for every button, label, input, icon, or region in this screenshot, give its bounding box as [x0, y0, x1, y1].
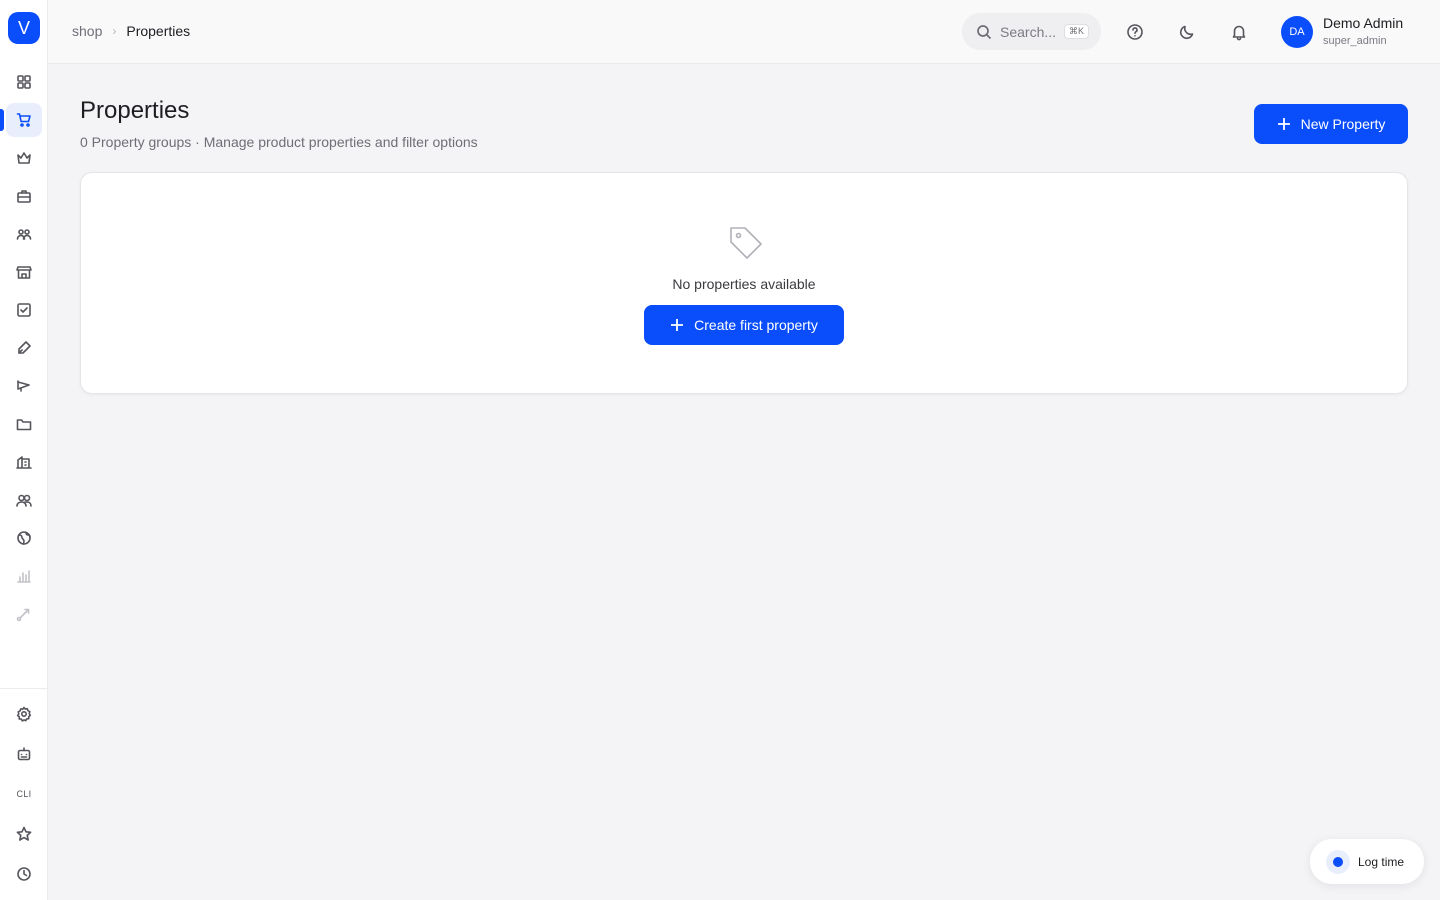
bar-chart-icon[interactable] — [6, 559, 42, 593]
page-subtitle: 0 Property groups · Manage product prope… — [80, 134, 478, 150]
route-icon[interactable] — [6, 597, 42, 631]
properties-card: No properties available Create first pro… — [80, 172, 1408, 394]
search-icon — [977, 24, 992, 39]
plus-icon — [671, 319, 684, 331]
user-name[interactable]: Demo Admin — [1323, 15, 1403, 31]
plus-icon — [1277, 118, 1290, 130]
new-property-button[interactable]: New Property — [1254, 104, 1408, 144]
briefcase-icon[interactable] — [6, 179, 42, 213]
log-time-label: Log time — [1358, 854, 1405, 869]
team-icon[interactable] — [6, 483, 42, 517]
new-property-label: New Property — [1300, 116, 1386, 132]
building-icon[interactable] — [6, 445, 42, 479]
timer-icon — [1326, 849, 1350, 874]
pen-icon[interactable] — [6, 331, 42, 365]
search-placeholder: Search... — [1000, 23, 1057, 40]
help-icon[interactable] — [1123, 20, 1147, 44]
page-title: Properties — [80, 97, 190, 124]
globe-icon[interactable] — [6, 521, 42, 555]
breadcrumb-shop[interactable]: shop — [72, 23, 102, 39]
breadcrumb-current: Properties — [126, 23, 191, 39]
user-role: super_admin — [1323, 35, 1387, 47]
megaphone-icon[interactable] — [6, 369, 42, 403]
avatar[interactable]: DA — [1281, 16, 1313, 48]
breadcrumb: shop › Properties — [72, 23, 190, 39]
tag-icon — [727, 224, 765, 262]
search-input[interactable]: Search... ⌘K — [962, 13, 1101, 50]
moon-icon[interactable] — [1175, 20, 1199, 44]
chevron-right-icon: › — [112, 24, 117, 38]
users-icon[interactable] — [6, 217, 42, 251]
gear-icon[interactable] — [6, 697, 42, 731]
cart-icon[interactable] — [6, 103, 42, 137]
sidebar-divider — [0, 688, 48, 689]
clock-icon[interactable] — [6, 857, 42, 891]
cli-label: CLI — [16, 789, 32, 799]
app-logo[interactable]: V — [8, 12, 40, 44]
bell-icon[interactable] — [1227, 20, 1251, 44]
cli-icon[interactable]: CLI — [6, 777, 42, 811]
dashboard-icon[interactable] — [6, 65, 42, 99]
crown-icon[interactable] — [6, 141, 42, 175]
empty-state-message: No properties available — [672, 276, 816, 292]
create-first-property-label: Create first property — [694, 317, 818, 333]
log-time-button[interactable]: Log time — [1310, 839, 1424, 884]
robot-icon[interactable] — [6, 737, 42, 771]
search-shortcut: ⌘K — [1064, 24, 1090, 39]
sidebar: V CLI — [0, 0, 48, 900]
star-icon[interactable] — [6, 817, 42, 851]
create-first-property-button[interactable]: Create first property — [644, 305, 844, 345]
store-icon[interactable] — [6, 255, 42, 289]
checkbox-icon[interactable] — [6, 293, 42, 327]
active-indicator — [0, 109, 4, 131]
folder-icon[interactable] — [6, 407, 42, 441]
topbar: shop › Properties Search... ⌘K DA Demo A… — [48, 0, 1440, 64]
